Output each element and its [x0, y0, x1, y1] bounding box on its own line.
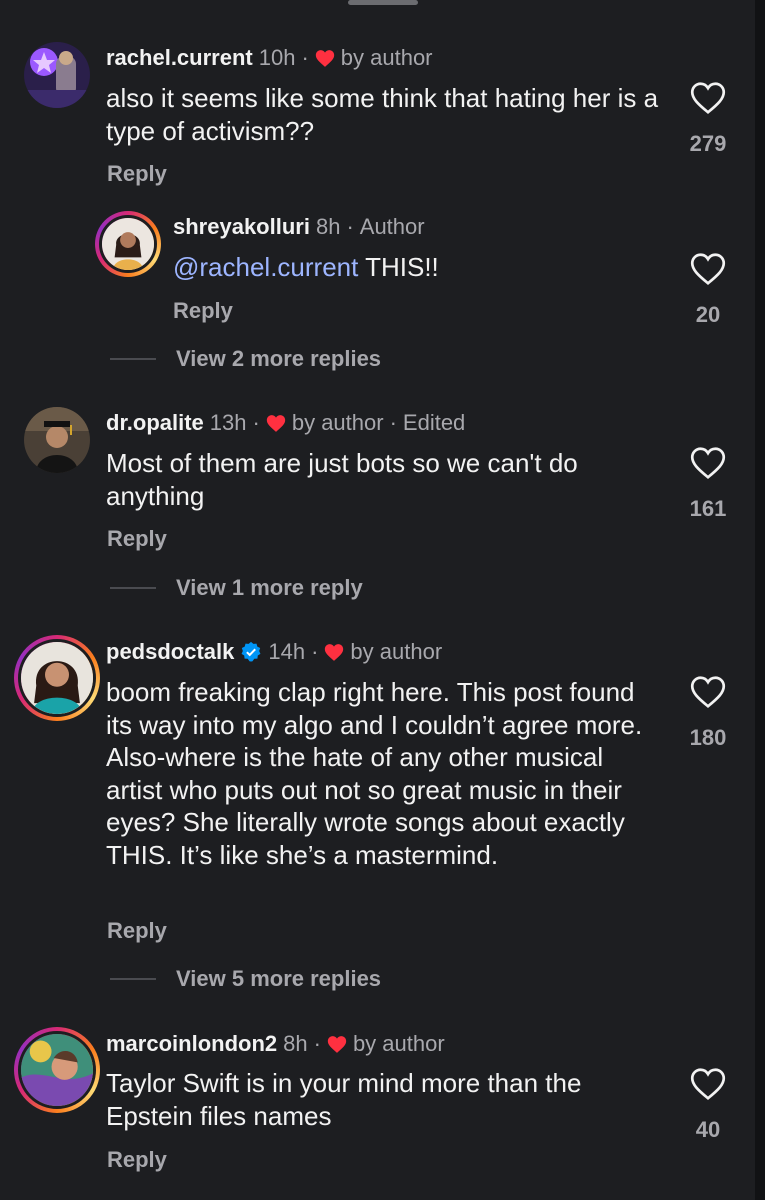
avatar-image — [24, 407, 90, 473]
view-more-replies[interactable]: View 2 more replies — [110, 346, 381, 372]
author-liked-label: by author — [340, 45, 433, 70]
avatar[interactable] — [95, 211, 161, 277]
separator: · — [389, 410, 397, 435]
view-more-label[interactable]: View 5 more replies — [176, 966, 381, 992]
comment-text: boom freaking clap right here. This post… — [106, 677, 643, 870]
username[interactable]: pedsdoctalk — [106, 639, 234, 665]
like-count: 180 — [689, 725, 727, 750]
comment-body: THIS!! — [358, 252, 439, 282]
thread-line — [110, 978, 156, 980]
verified-badge-icon — [241, 641, 261, 662]
author-badge: Author — [359, 214, 425, 239]
like-count: 20 — [695, 302, 721, 327]
timestamp: 13h — [209, 410, 247, 435]
heart-outline-icon[interactable] — [690, 252, 726, 286]
heart-outline-icon[interactable] — [690, 675, 726, 709]
separator: · — [252, 410, 260, 435]
reply-button[interactable]: Reply — [107, 526, 167, 552]
heart-filled-icon — [325, 643, 344, 661]
comment-text: Most of them are just bots so we can't d… — [106, 448, 578, 511]
view-more-replies[interactable]: View 5 more replies — [110, 966, 381, 992]
comment-text: Taylor Swift is in your mind more than t… — [106, 1068, 582, 1131]
author-liked-label: by author — [352, 1031, 445, 1056]
heart-filled-icon — [266, 414, 286, 432]
view-more-label[interactable]: View 2 more replies — [176, 346, 381, 372]
comment-meta: dr.opalite 13h · by author · Edited — [106, 410, 465, 436]
reply-button[interactable]: Reply — [107, 918, 167, 944]
view-more-replies[interactable]: View 1 more reply — [110, 575, 363, 601]
timestamp: 14h — [268, 639, 306, 664]
separator: · — [311, 639, 319, 664]
timestamp: 10h — [258, 45, 296, 70]
username[interactable]: rachel.current — [106, 45, 253, 71]
thread-line — [110, 358, 156, 360]
avatar[interactable] — [14, 1027, 100, 1113]
separator: · — [301, 45, 309, 70]
reply-button[interactable]: Reply — [107, 161, 167, 187]
comment-meta: pedsdoctalk 14h · by author — [106, 639, 442, 665]
avatar[interactable] — [14, 635, 100, 721]
heart-filled-icon — [315, 49, 334, 67]
reply-button[interactable]: Reply — [173, 298, 233, 324]
mention-link[interactable]: @rachel.current — [173, 252, 358, 282]
heart-outline-icon[interactable] — [690, 1067, 726, 1101]
timestamp: 8h — [315, 214, 341, 239]
author-liked-label: by author — [291, 410, 384, 435]
sheet-grabber[interactable] — [348, 0, 418, 5]
separator: · — [346, 214, 354, 239]
comment-meta: marcoinlondon2 8h · by author — [106, 1031, 445, 1057]
like-count: 279 — [689, 131, 727, 156]
heart-outline-icon[interactable] — [690, 446, 726, 480]
avatar-image — [21, 642, 93, 714]
comment-meta: shreyakolluri 8h · Author — [173, 214, 425, 240]
avatar[interactable] — [24, 42, 90, 108]
thread-line — [110, 587, 156, 589]
screen-edge — [755, 0, 765, 1200]
like-count: 161 — [689, 496, 727, 521]
timestamp: 8h — [283, 1031, 308, 1056]
comment-meta: rachel.current 10h · by author — [106, 45, 433, 71]
username[interactable]: shreyakolluri — [173, 214, 310, 240]
avatar[interactable] — [24, 407, 90, 473]
reply-button[interactable]: Reply — [107, 1147, 167, 1173]
author-liked-label: by author — [350, 639, 443, 664]
comment-text: @rachel.current THIS!! — [173, 251, 653, 284]
edited-label: Edited — [402, 410, 466, 435]
like-count: 40 — [695, 1117, 721, 1142]
username[interactable]: dr.opalite — [106, 410, 204, 436]
username[interactable]: marcoinlondon2 — [106, 1031, 277, 1057]
heart-filled-icon — [327, 1035, 347, 1053]
avatar-image — [21, 1034, 93, 1106]
view-more-label[interactable]: View 1 more reply — [176, 575, 363, 601]
avatar-image — [102, 218, 154, 270]
avatar-image — [24, 42, 90, 108]
heart-outline-icon[interactable] — [690, 81, 726, 115]
separator: · — [313, 1031, 321, 1056]
comment-text: also it seems like some think that hatin… — [106, 83, 659, 146]
